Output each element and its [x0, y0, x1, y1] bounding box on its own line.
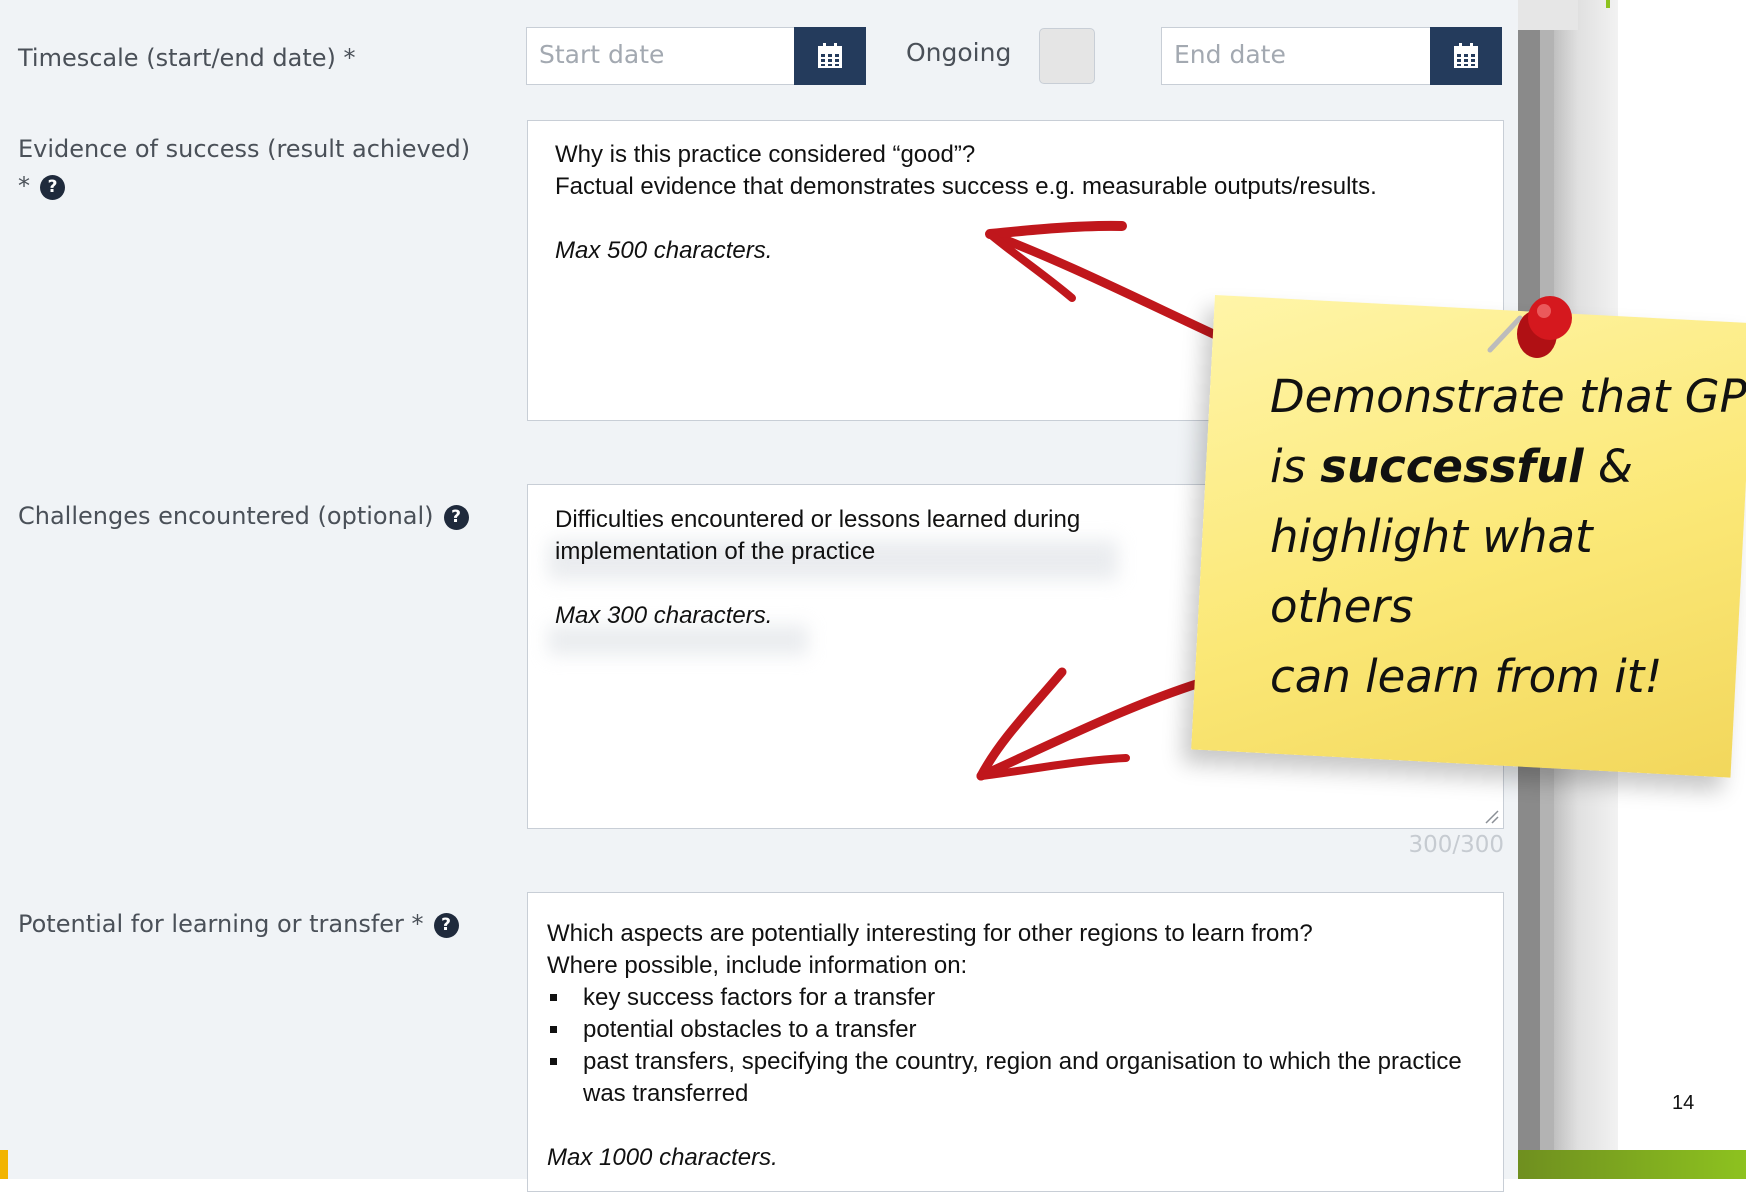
sticky-note-text: Demonstrate that GP is successful & high… [1270, 370, 1746, 703]
